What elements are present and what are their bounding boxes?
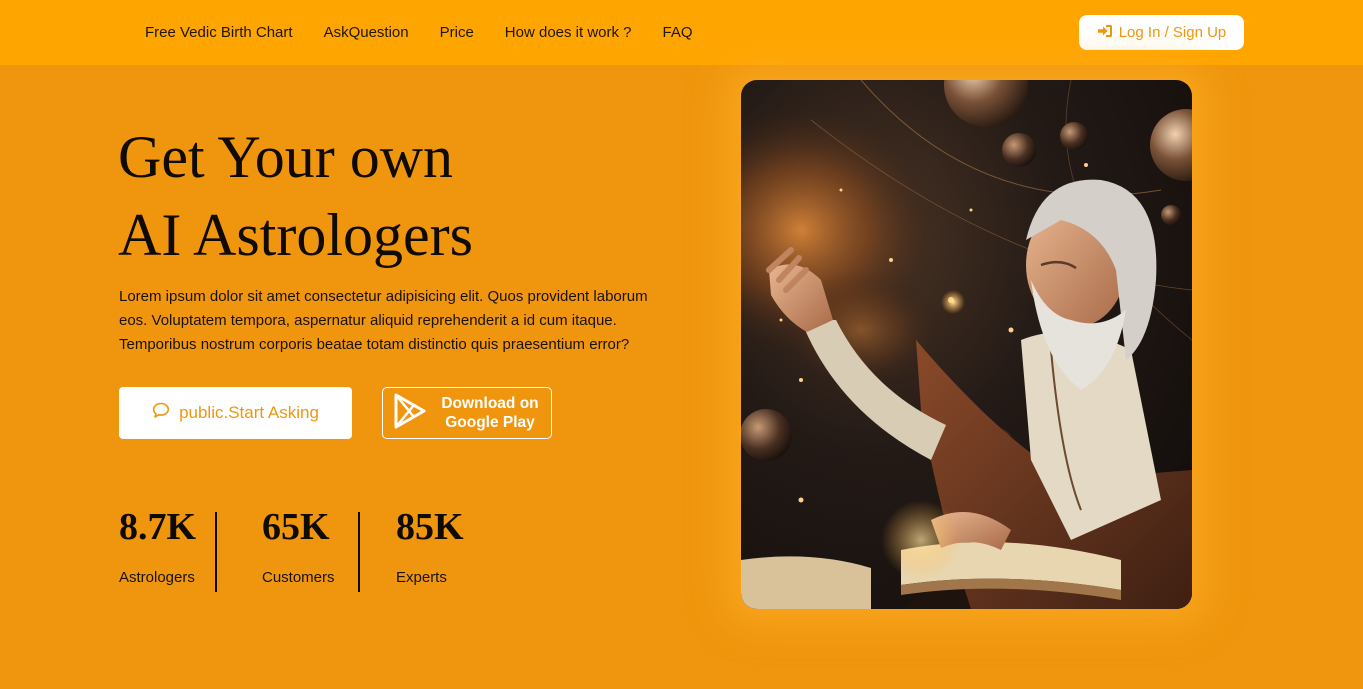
hero-title-line-1: Get Your own [118,124,454,190]
hero-title-line-2: AI Astrologers [118,202,473,268]
navbar: Free Vedic Birth Chart AskQuestion Price… [0,0,1363,65]
hero-title: Get Your own AI Astrologers [118,118,678,274]
stats-row: 8.7K Astrologers 65K Customers 85K Exper… [119,505,496,592]
hero-description: Lorem ipsum dolor sit amet consectetur a… [119,288,648,353]
chat-bubble-icon [152,402,179,424]
stat-experts: 85K Experts [396,505,496,592]
login-signup-label: Log In / Sign Up [1118,24,1227,41]
login-signup-button[interactable]: Log In / Sign Up [1079,15,1244,50]
stat-divider [215,512,217,592]
stat-value: 65K [262,506,330,548]
stat-divider [358,512,360,592]
stat-value: 85K [396,506,464,548]
google-play-line-1: Download on [441,395,539,412]
nav-link-free-vedic-birth-chart[interactable]: Free Vedic Birth Chart [145,23,293,43]
nav-link-price[interactable]: Price [440,23,474,43]
google-play-download-button[interactable]: Download on Google Play [382,387,552,439]
sign-in-icon [1097,24,1119,42]
google-play-line-2: Google Play [445,414,535,431]
start-asking-button[interactable]: public.Start Asking [119,387,352,439]
stat-value: 8.7K [119,506,197,548]
stat-astrologers: 8.7K Astrologers [119,505,215,592]
google-play-icon [394,393,428,434]
stat-label: Experts [396,569,447,586]
nav-link-how-does-it-work[interactable]: How does it work ? [505,23,632,43]
stat-label: Astrologers [119,569,195,586]
astrologer-illustration [741,80,1192,609]
stat-label: Customers [262,569,335,586]
nav-link-faq[interactable]: FAQ [663,23,693,43]
stat-customers: 65K Customers [262,505,358,592]
nav-link-ask-question[interactable]: AskQuestion [324,23,409,43]
start-asking-label: public.Start Asking [179,403,319,422]
google-play-text: Download on Google Play [431,394,549,432]
nav-links: Free Vedic Birth Chart AskQuestion Price… [145,23,724,43]
